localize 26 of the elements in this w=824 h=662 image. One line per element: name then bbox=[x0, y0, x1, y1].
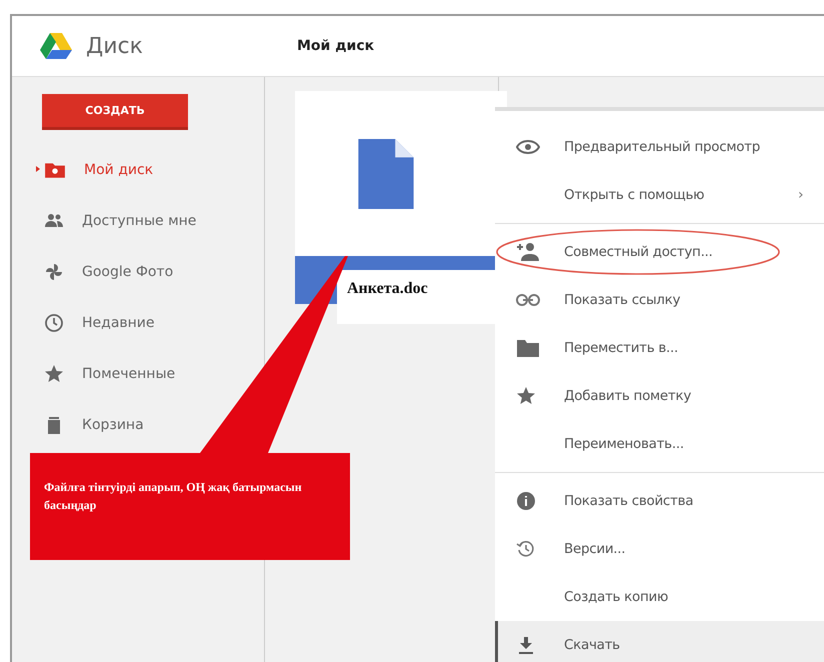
folder-icon bbox=[516, 338, 540, 358]
star-icon bbox=[44, 364, 64, 384]
clock-icon bbox=[44, 312, 64, 332]
submenu-arrow: › bbox=[798, 187, 804, 203]
sidebar-item[interactable]: Доступные мне bbox=[12, 195, 196, 246]
drive-logo-icon bbox=[40, 32, 72, 60]
info-icon bbox=[516, 491, 536, 511]
page-title: Мой диск bbox=[297, 38, 374, 54]
document-icon bbox=[358, 138, 414, 208]
sidebar-item[interactable]: Мой диск bbox=[12, 144, 154, 195]
sidebar-item[interactable]: Корзина bbox=[12, 399, 144, 450]
link-icon bbox=[516, 294, 540, 306]
person-add-icon bbox=[516, 242, 540, 262]
callout-text: Файлға тінтуірді апарып, ОҢ жақ батырмасын басыңдар bbox=[44, 479, 303, 514]
caret-icon bbox=[36, 166, 40, 172]
menu-item[interactable]: Скачать bbox=[495, 621, 824, 662]
sidebar-item[interactable]: Помеченные bbox=[12, 348, 176, 399]
download-icon bbox=[516, 635, 536, 655]
sidebar-item[interactable]: Недавние bbox=[12, 297, 155, 348]
create-button[interactable]: СОЗДАТЬ bbox=[42, 94, 188, 130]
app-name: Диск bbox=[86, 34, 143, 58]
sidebar-item[interactable]: Google Фото bbox=[12, 246, 174, 297]
pinwheel-icon bbox=[44, 262, 64, 282]
eye-icon bbox=[516, 139, 540, 155]
history-icon bbox=[516, 539, 536, 559]
star-icon bbox=[516, 386, 536, 406]
